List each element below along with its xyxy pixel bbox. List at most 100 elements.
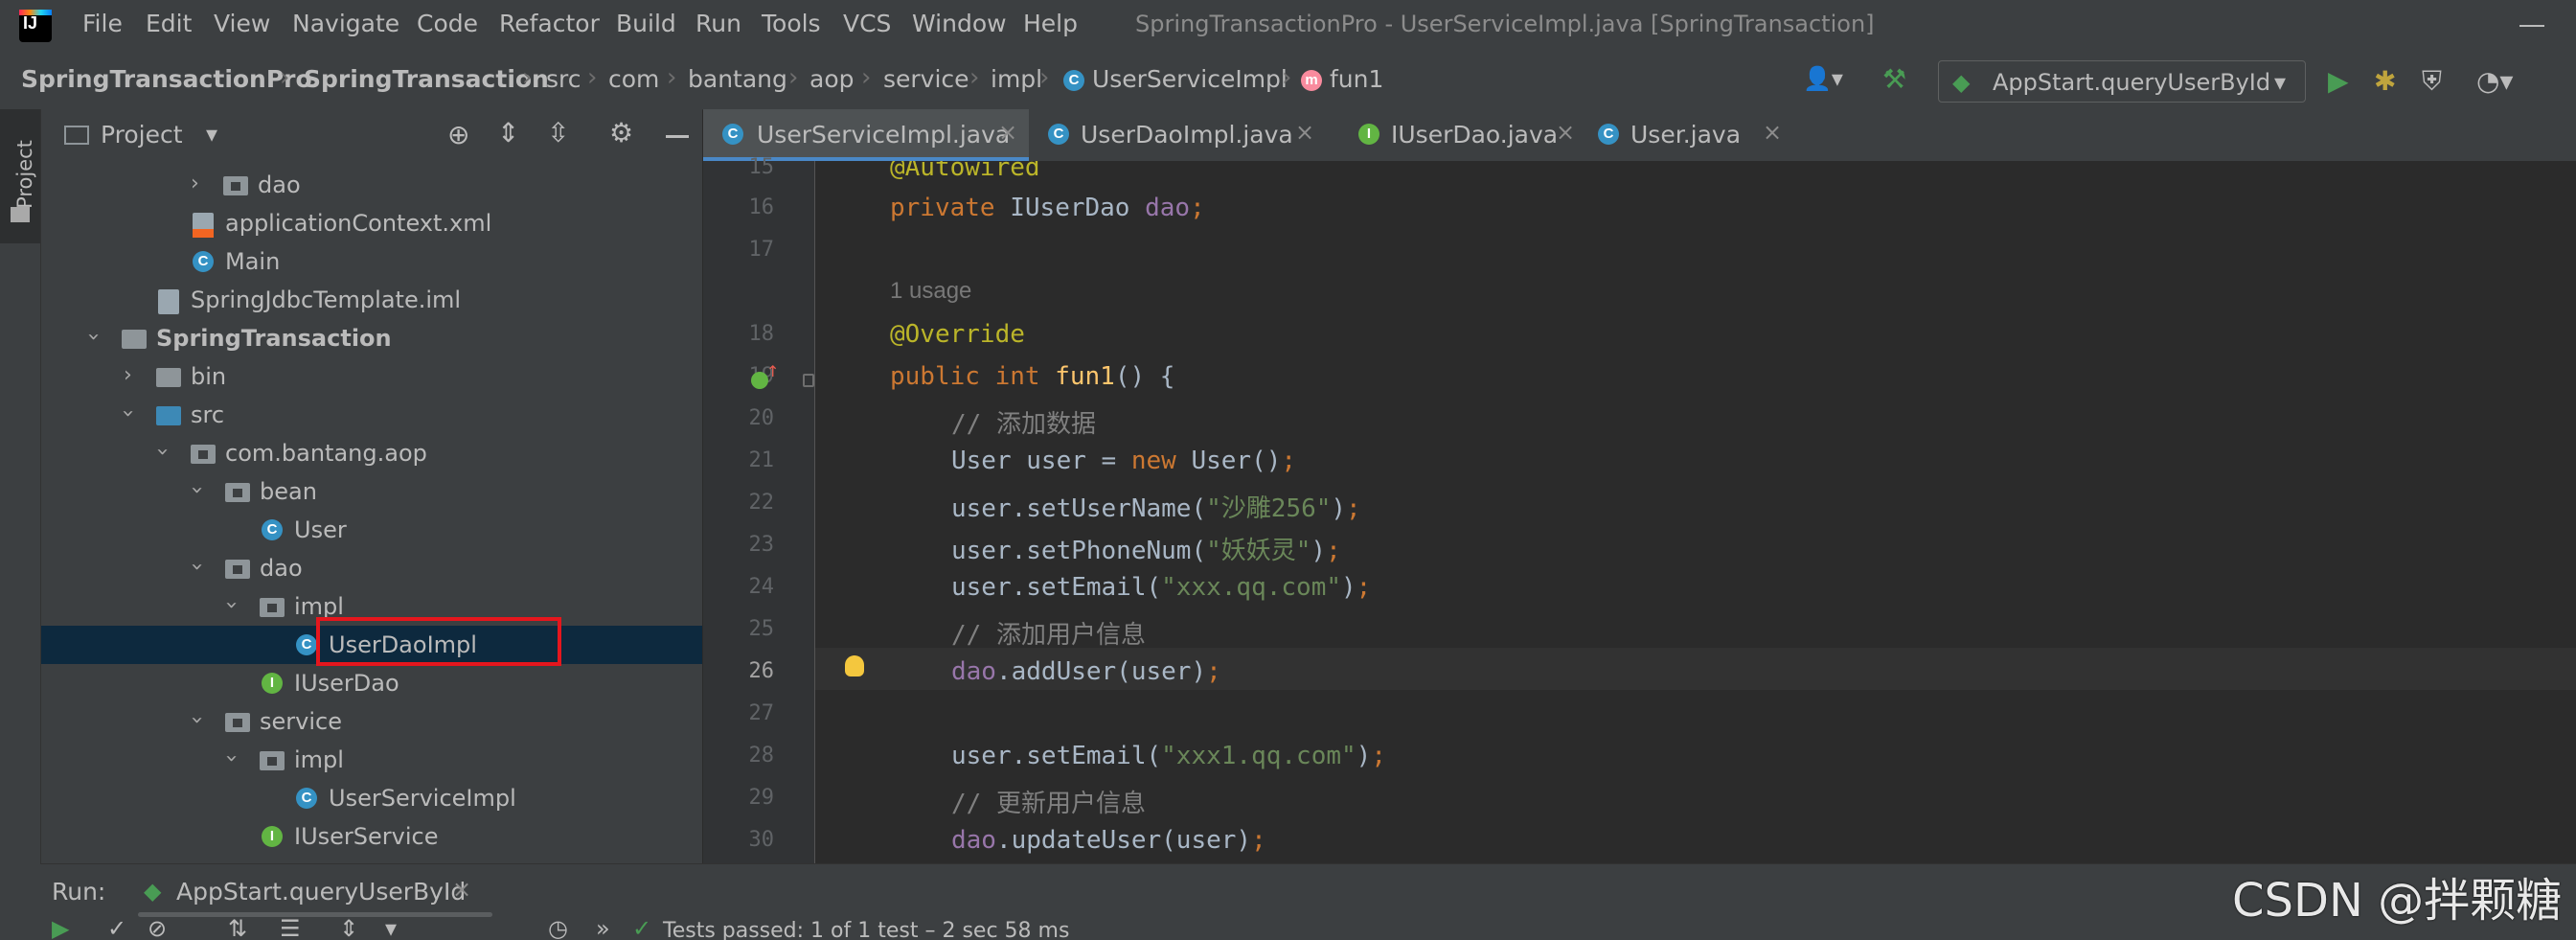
menu-tools[interactable]: Tools <box>762 10 821 37</box>
collapse-all-icon[interactable]: ⇳ <box>547 117 569 149</box>
chevron-down-icon[interactable]: › <box>219 601 243 609</box>
chevron-down-icon[interactable]: › <box>185 716 209 724</box>
menu-vcs[interactable]: VCS <box>843 10 891 37</box>
chevron-down-icon[interactable]: › <box>150 447 174 456</box>
tree-item[interactable]: › dao <box>41 549 702 587</box>
breadcrumb-src[interactable]: src <box>546 65 581 93</box>
locate-target-icon[interactable]: ⊕ <box>447 119 469 150</box>
code-token: User user = <box>951 447 1131 475</box>
run-label: Run: <box>52 878 106 906</box>
menu-navigate[interactable]: Navigate <box>292 10 399 37</box>
tree-item[interactable]: I IUserService <box>41 817 702 856</box>
breadcrumb-impl[interactable]: impl <box>991 65 1042 93</box>
code-editor[interactable]: @Autowired private IUserDao dao; 1 usage… <box>815 161 2576 863</box>
breadcrumb-aop[interactable]: aop <box>809 65 854 93</box>
menu-run[interactable]: Run <box>695 10 741 37</box>
tab-userdaoimpl[interactable]: C UserDaoImpl.java × <box>1029 109 1339 161</box>
close-icon[interactable]: × <box>1556 119 1575 146</box>
menu-view[interactable]: View <box>214 10 270 37</box>
minimize-button[interactable] <box>2519 25 2544 27</box>
editor-gutter: 15 16 17 18 19 20 21 22 23 24 25 26 27 2… <box>703 155 815 863</box>
close-icon[interactable]: × <box>1295 119 1314 146</box>
pass-check-icon: ✓ <box>632 917 652 940</box>
type-token: IUserDao <box>1010 194 1146 222</box>
usage-hint[interactable]: 1 usage <box>890 278 971 305</box>
close-icon[interactable]: × <box>1763 119 1782 146</box>
stop-icon[interactable]: ⊘ <box>148 917 167 940</box>
tree-item[interactable]: SpringJdbcTemplate.iml <box>41 281 702 319</box>
tree-item[interactable]: › impl <box>41 741 702 779</box>
hide-panel-icon[interactable] <box>666 135 689 138</box>
fold-icon[interactable] <box>803 374 814 387</box>
close-icon[interactable]: × <box>452 876 471 903</box>
collapse-icon[interactable]: ▾ <box>385 917 397 940</box>
tree-item[interactable]: C User <box>41 511 702 549</box>
breadcrumb-class[interactable]: C UserServiceImpl <box>1063 65 1288 93</box>
tree-item[interactable]: › com.bantang.aop <box>41 434 702 472</box>
breadcrumb-com[interactable]: com <box>608 65 659 93</box>
lightbulb-icon[interactable] <box>845 655 864 676</box>
menu-code[interactable]: Code <box>417 10 478 37</box>
tree-item[interactable]: › bin <box>41 357 702 396</box>
menu-refactor[interactable]: Refactor <box>499 10 600 37</box>
more-icon[interactable]: » <box>596 917 610 940</box>
user-profile-icon[interactable]: 👤▾ <box>1803 65 1843 92</box>
menu-help[interactable]: Help <box>1023 10 1078 37</box>
menu-window[interactable]: Window <box>912 10 1007 37</box>
menu-build[interactable]: Build <box>616 10 676 37</box>
tree-item[interactable]: I IUserDao <box>41 664 702 702</box>
chevron-right-icon[interactable]: › <box>124 363 132 387</box>
chevron-down-icon[interactable]: › <box>81 332 105 341</box>
breadcrumb-method-label: fun1 <box>1329 65 1384 93</box>
close-icon[interactable]: × <box>998 119 1017 146</box>
run-tab-label[interactable]: AppStart.queryUserById <box>176 878 466 906</box>
tree-item-label: bin <box>191 363 227 390</box>
run-configuration-dropdown[interactable]: ◆ AppStart.queryUserById ▾ <box>1938 60 2306 103</box>
chevron-down-icon[interactable]: › <box>185 562 209 571</box>
list-icon[interactable]: ☰ <box>280 917 301 940</box>
tree-item-label: impl <box>294 593 344 620</box>
project-panel-title[interactable]: Project <box>101 121 183 149</box>
breadcrumb-project[interactable]: SpringTransactionPro <box>21 65 312 93</box>
sort-icon[interactable]: ⇅ <box>228 917 247 940</box>
chevron-down-icon[interactable]: › <box>219 754 243 763</box>
tab-user[interactable]: C User.java × <box>1579 109 1790 161</box>
tree-item[interactable]: C Main <box>41 242 702 281</box>
clock-icon[interactable]: ◷ <box>548 917 568 940</box>
run-icon[interactable]: ▶ <box>2328 65 2349 97</box>
breadcrumb-service[interactable]: service <box>883 65 969 93</box>
expand-all-icon[interactable]: ⇕ <box>497 117 519 149</box>
chevron-down-icon[interactable]: › <box>185 486 209 494</box>
tree-item[interactable]: C UserServiceImpl <box>41 779 702 817</box>
tree-item[interactable]: › SpringTransaction <box>41 319 702 357</box>
debug-bug-icon[interactable]: ✱ <box>2374 65 2396 97</box>
tree-item[interactable]: › dao <box>41 166 702 204</box>
expand-icon[interactable]: ⇕ <box>339 917 358 940</box>
project-tool-tab[interactable]: Project <box>0 109 40 243</box>
menu-edit[interactable]: Edit <box>146 10 192 37</box>
tab-userserviceimpl[interactable]: C UserServiceImpl.java × <box>703 109 1029 161</box>
chevron-down-icon[interactable]: › <box>116 409 140 418</box>
build-hammer-icon[interactable]: ⚒ <box>1882 63 1906 95</box>
menu-file[interactable]: File <box>82 10 123 37</box>
check-icon[interactable]: ✓ <box>107 917 126 940</box>
breadcrumb-bantang[interactable]: bantang <box>688 65 787 93</box>
tree-item[interactable]: › bean <box>41 472 702 511</box>
punctuation-token: ; <box>1356 573 1372 602</box>
gear-icon[interactable]: ⚙ <box>609 117 633 149</box>
tree-item[interactable]: › service <box>41 702 702 741</box>
breadcrumb-method[interactable]: m fun1 <box>1301 65 1383 93</box>
tree-item[interactable]: › src <box>41 396 702 434</box>
chevron-down-icon[interactable]: ▾ <box>206 121 217 148</box>
comment-token: // 添加用户信息 <box>951 621 1146 650</box>
rerun-icon[interactable]: ▶ <box>52 917 69 940</box>
coverage-icon[interactable]: ⛨ <box>2422 65 2442 98</box>
breadcrumb-module[interactable]: SpringTransaction <box>304 65 549 93</box>
tree-item[interactable]: applicationContext.xml <box>41 204 702 242</box>
line-number: 24 <box>748 575 775 599</box>
line-number: 20 <box>748 406 775 430</box>
tab-iuserdao[interactable]: I IUserDao.java × <box>1339 109 1579 161</box>
line-number: 21 <box>748 448 775 472</box>
profiler-icon[interactable]: ◔▾ <box>2476 65 2514 97</box>
chevron-right-icon[interactable]: › <box>191 172 199 195</box>
